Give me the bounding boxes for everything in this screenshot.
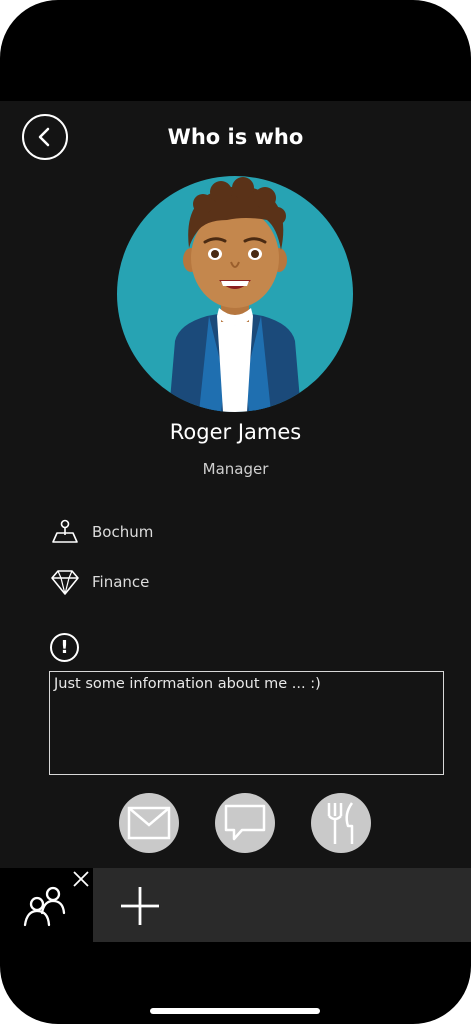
avatar[interactable] xyxy=(117,176,353,412)
lunch-button[interactable] xyxy=(311,793,371,853)
close-icon xyxy=(73,871,89,887)
mail-button[interactable] xyxy=(119,793,179,853)
diamond-icon xyxy=(50,567,80,597)
exclamation-circle-icon: ! xyxy=(50,633,79,662)
people-icon xyxy=(23,886,66,927)
person-illustration xyxy=(169,177,301,412)
location-row: Bochum xyxy=(50,517,153,547)
department-label: Finance xyxy=(92,573,150,591)
page-title: Who is who xyxy=(167,125,304,149)
close-tab-button[interactable] xyxy=(72,870,90,888)
profile-name: Roger James xyxy=(169,420,302,444)
chat-bubble-icon xyxy=(224,804,266,841)
phone-frame: Who is who Roger James Manager Bochum Fi… xyxy=(0,0,471,1024)
about-textarea[interactable]: Just some information about me ... :) xyxy=(49,671,444,775)
profile-role: Manager xyxy=(202,460,269,478)
fork-knife-icon xyxy=(327,802,354,844)
department-row: Finance xyxy=(50,567,149,597)
location-label: Bochum xyxy=(92,523,154,541)
plus-icon xyxy=(121,887,159,925)
map-pin-icon xyxy=(50,517,80,547)
add-tab-button[interactable] xyxy=(118,884,162,928)
home-indicator[interactable] xyxy=(150,1008,320,1014)
chat-button[interactable] xyxy=(215,793,275,853)
mail-icon xyxy=(127,806,171,840)
